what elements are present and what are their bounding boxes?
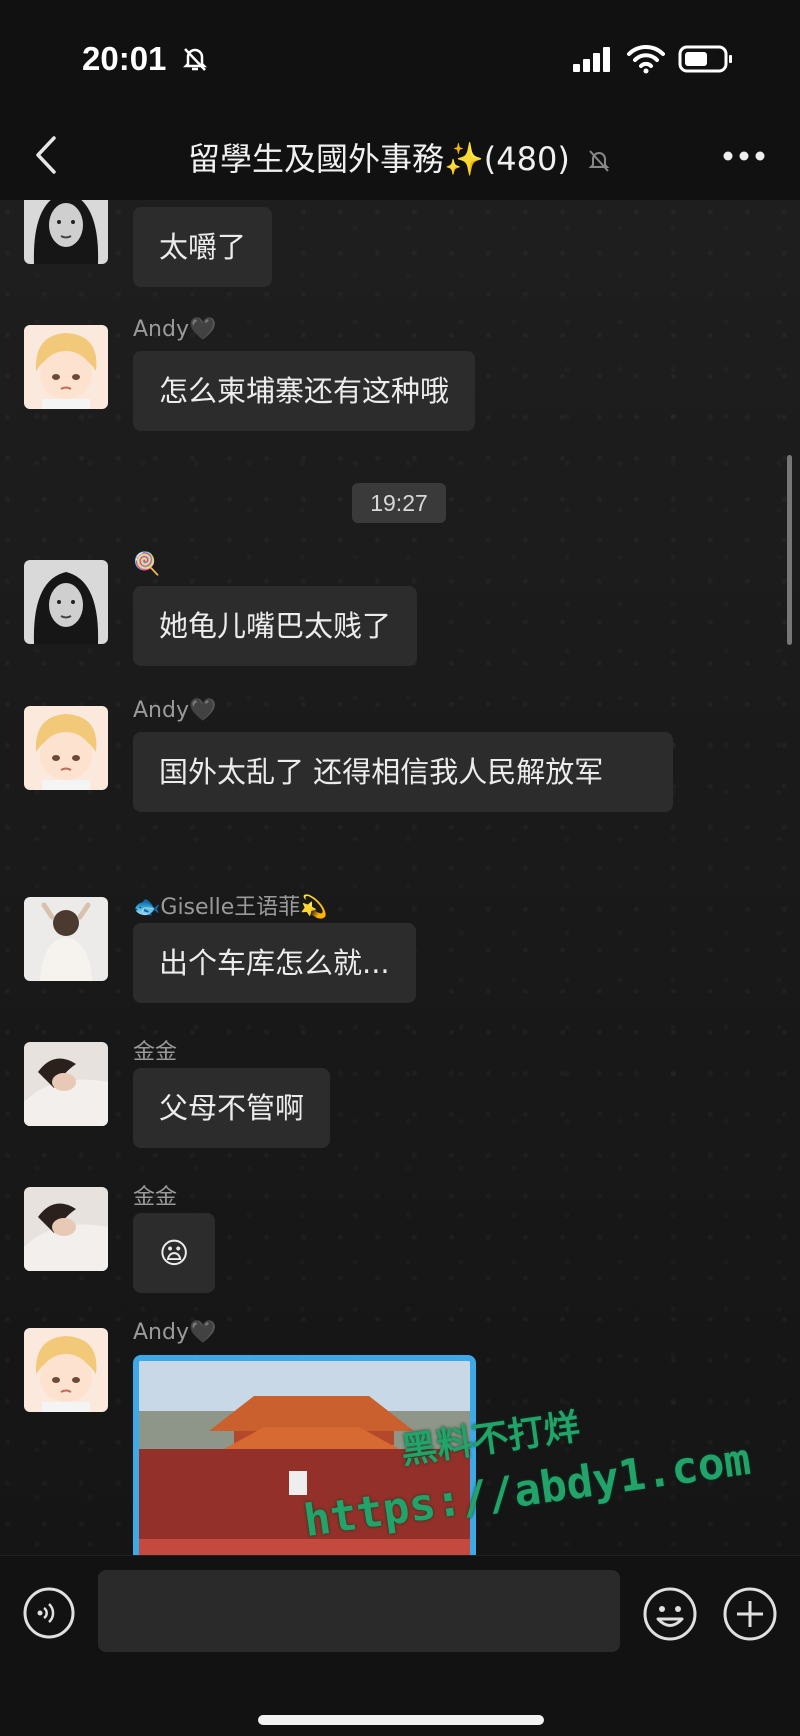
message-bubble[interactable]: 😦 — [133, 1213, 216, 1293]
scrollbar[interactable] — [787, 455, 792, 645]
input-bar — [0, 1555, 800, 1736]
sender-name: Andy🖤 — [133, 317, 217, 342]
chat-title: 留學生及國外事務✨(480) — [187, 140, 570, 178]
avatar[interactable] — [24, 560, 108, 644]
voice-icon[interactable] — [22, 1586, 76, 1640]
emoji-icon[interactable] — [642, 1586, 698, 1642]
home-indicator[interactable] — [258, 1715, 544, 1725]
sender-name: 金金 — [133, 1040, 178, 1065]
message-input[interactable] — [98, 1570, 620, 1652]
battery-icon — [678, 45, 732, 73]
avatar[interactable] — [24, 1328, 108, 1412]
avatar[interactable] — [24, 706, 108, 790]
bell-slash-icon — [182, 48, 208, 71]
avatar-woman-lying-icon — [24, 1187, 108, 1271]
message-bubble[interactable]: 太嚼了 — [133, 207, 273, 287]
chat-message-list[interactable]: 太嚼了 Andy🖤 怎么柬埔寨还有这种哦 19:27 🍭 她龟儿嘴巴太贱了 An… — [0, 200, 800, 1555]
avatar[interactable] — [24, 200, 108, 264]
message-timestamp: 19:27 — [352, 483, 446, 523]
status-bar: 20:01 — [0, 0, 800, 110]
sender-name: Andy🖤 — [133, 698, 217, 723]
avatar-woman-bw-icon — [24, 200, 108, 264]
avatar-cartoon-boy-icon — [24, 325, 108, 409]
message-bubble[interactable]: 她龟儿嘴巴太贱了 — [133, 586, 418, 666]
more-dots-icon[interactable] — [722, 150, 766, 162]
bell-slash-icon — [588, 150, 610, 172]
avatar-cartoon-boy-icon — [24, 706, 108, 790]
status-time: 20:01 — [82, 40, 167, 77]
plus-icon[interactable] — [722, 1586, 778, 1642]
chat-header: 留學生及國外事務✨(480) — [0, 110, 800, 201]
avatar-woman-lying-icon — [24, 1042, 108, 1126]
avatar[interactable] — [24, 1187, 108, 1271]
avatar-woman-back-icon — [24, 897, 108, 981]
avatar[interactable] — [24, 1042, 108, 1126]
message-bubble[interactable]: 出个车库怎么就... — [133, 923, 416, 1003]
sender-name: Andy🖤 — [133, 1320, 217, 1345]
avatar[interactable] — [24, 325, 108, 409]
sender-name: 🐟Giselle王语菲💫 — [133, 895, 328, 920]
avatar-woman-bw-icon — [24, 560, 108, 644]
avatar-cartoon-boy-icon — [24, 1328, 108, 1412]
chat-title-wrap: 留學生及國外事務✨(480) — [0, 134, 800, 180]
avatar[interactable] — [24, 897, 108, 981]
sender-name: 金金 — [133, 1185, 178, 1210]
signal-icon — [573, 47, 610, 72]
message-bubble[interactable]: 怎么柬埔寨还有这种哦 — [133, 351, 476, 431]
sender-name: 🍭 — [133, 552, 161, 577]
wifi-icon — [627, 44, 665, 74]
message-bubble[interactable]: 父母不管啊 — [133, 1068, 331, 1148]
message-bubble[interactable]: 国外太乱了 还得相信我人民解放军 — [133, 732, 673, 812]
